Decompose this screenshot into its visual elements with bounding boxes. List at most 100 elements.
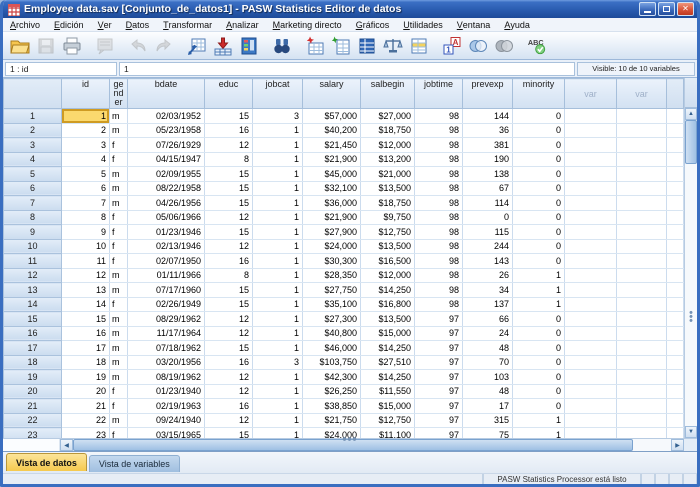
cell-minority[interactable]: 0 (513, 181, 565, 196)
cell-bdate[interactable]: 08/22/1958 (128, 181, 205, 196)
menu-utilidades[interactable]: Utilidades (396, 18, 450, 32)
cell-prevexp[interactable]: 70 (463, 355, 513, 370)
cell-prevexp[interactable]: 75 (463, 428, 513, 439)
column-header-prevexp[interactable]: prevexp (463, 79, 513, 109)
cell-jobcat[interactable]: 3 (253, 109, 303, 124)
cell-gender[interactable]: m (110, 109, 128, 124)
cell-jobcat[interactable]: 1 (253, 268, 303, 283)
cell-gender[interactable]: m (110, 413, 128, 428)
cell-jobcat[interactable]: 1 (253, 196, 303, 211)
row-number[interactable]: 13 (4, 283, 62, 298)
cell-var[interactable] (565, 355, 617, 370)
cell-jobtime[interactable]: 98 (415, 196, 463, 211)
cell-salbegin[interactable]: $15,000 (361, 326, 415, 341)
cell-var[interactable] (617, 225, 667, 240)
cell-salbegin[interactable]: $11,550 (361, 384, 415, 399)
row-number[interactable]: 20 (4, 384, 62, 399)
cell-var[interactable] (565, 225, 617, 240)
row-number[interactable]: 8 (4, 210, 62, 225)
cell-salbegin[interactable]: $12,750 (361, 413, 415, 428)
cell-educ[interactable]: 12 (205, 138, 253, 153)
column-header-jobcat[interactable]: jobcat (253, 79, 303, 109)
cell-educ[interactable]: 12 (205, 312, 253, 327)
cell-salbegin[interactable]: $9,750 (361, 210, 415, 225)
cell-minority[interactable]: 0 (513, 254, 565, 269)
grid-corner-cell[interactable] (4, 79, 62, 109)
cell-id[interactable]: 3 (62, 138, 110, 153)
cell-minority[interactable]: 0 (513, 341, 565, 356)
recall-dialogs-button[interactable] (92, 34, 118, 58)
cell-var[interactable] (617, 413, 667, 428)
cell-bdate[interactable]: 09/24/1940 (128, 413, 205, 428)
cell-bdate[interactable]: 03/15/1965 (128, 428, 205, 439)
cell-minority[interactable]: 1 (513, 283, 565, 298)
cell-educ[interactable]: 12 (205, 413, 253, 428)
cell-var[interactable] (617, 181, 667, 196)
cell-var[interactable] (617, 210, 667, 225)
cell-educ[interactable]: 12 (205, 326, 253, 341)
cell-minority[interactable]: 0 (513, 123, 565, 138)
row-number[interactable]: 22 (4, 413, 62, 428)
row-number[interactable]: 10 (4, 239, 62, 254)
cell-prevexp[interactable]: 67 (463, 181, 513, 196)
column-header-gender[interactable]: gender (110, 79, 128, 109)
cell-jobcat[interactable]: 1 (253, 312, 303, 327)
cell-id[interactable]: 18 (62, 355, 110, 370)
cell-salbegin[interactable]: $15,000 (361, 399, 415, 414)
cell-jobcat[interactable]: 1 (253, 210, 303, 225)
cell-gender[interactable]: m (110, 312, 128, 327)
cell-minority[interactable]: 1 (513, 428, 565, 439)
cell-jobtime[interactable]: 98 (415, 239, 463, 254)
cell-jobtime[interactable]: 97 (415, 326, 463, 341)
cell-var[interactable] (617, 167, 667, 182)
cell-id[interactable]: 19 (62, 370, 110, 385)
cell-id[interactable]: 12 (62, 268, 110, 283)
row-number[interactable]: 9 (4, 225, 62, 240)
cell-prevexp[interactable]: 48 (463, 341, 513, 356)
cell-educ[interactable]: 12 (205, 239, 253, 254)
scroll-up-arrow[interactable]: ▲ (685, 108, 697, 120)
row-number[interactable]: 15 (4, 312, 62, 327)
cell-prevexp[interactable]: 315 (463, 413, 513, 428)
cell-salbegin[interactable]: $13,500 (361, 312, 415, 327)
cell-salbegin[interactable]: $27,510 (361, 355, 415, 370)
scroll-left-arrow[interactable]: ◀ (60, 439, 73, 451)
cell-bdate[interactable]: 03/20/1956 (128, 355, 205, 370)
row-number[interactable]: 7 (4, 196, 62, 211)
cell-jobtime[interactable]: 97 (415, 384, 463, 399)
cell-jobcat[interactable]: 1 (253, 167, 303, 182)
cell-var[interactable] (617, 268, 667, 283)
cell-var[interactable] (565, 399, 617, 414)
cell-jobtime[interactable]: 97 (415, 341, 463, 356)
vertical-scroll-track[interactable]: ⦁⦁⦁ (685, 164, 697, 426)
find-button[interactable] (269, 34, 295, 58)
menu-ayuda[interactable]: Ayuda (497, 18, 537, 32)
cell-id[interactable]: 6 (62, 181, 110, 196)
goto-variable-button[interactable] (210, 34, 236, 58)
column-header-bdate[interactable]: bdate (128, 79, 205, 109)
vertical-scrollbar[interactable]: ▲ ⦁⦁⦁ ▼ (684, 78, 697, 438)
column-header-var[interactable]: var (617, 79, 667, 109)
row-number[interactable]: 6 (4, 181, 62, 196)
cell-jobtime[interactable]: 98 (415, 138, 463, 153)
cell-bdate[interactable]: 01/23/1940 (128, 384, 205, 399)
cell-gender[interactable]: m (110, 196, 128, 211)
cell-prevexp[interactable]: 137 (463, 297, 513, 312)
cell-prevexp[interactable]: 66 (463, 312, 513, 327)
cell-prevexp[interactable]: 34 (463, 283, 513, 298)
cell-prevexp[interactable]: 190 (463, 152, 513, 167)
cell-var[interactable] (565, 254, 617, 269)
cell-salary[interactable]: $27,750 (303, 283, 361, 298)
cell-id[interactable]: 8 (62, 210, 110, 225)
cell-gender[interactable]: m (110, 341, 128, 356)
cell-prevexp[interactable]: 0 (463, 210, 513, 225)
cell-var[interactable] (565, 181, 617, 196)
split-file-button[interactable] (354, 34, 380, 58)
cell-bdate[interactable]: 07/18/1962 (128, 341, 205, 356)
cell-id[interactable]: 21 (62, 399, 110, 414)
column-header-salary[interactable]: salary (303, 79, 361, 109)
vertical-scroll-thumb[interactable] (685, 120, 697, 164)
cell-id[interactable]: 10 (62, 239, 110, 254)
cell-gender[interactable]: f (110, 384, 128, 399)
cell-jobcat[interactable]: 1 (253, 254, 303, 269)
